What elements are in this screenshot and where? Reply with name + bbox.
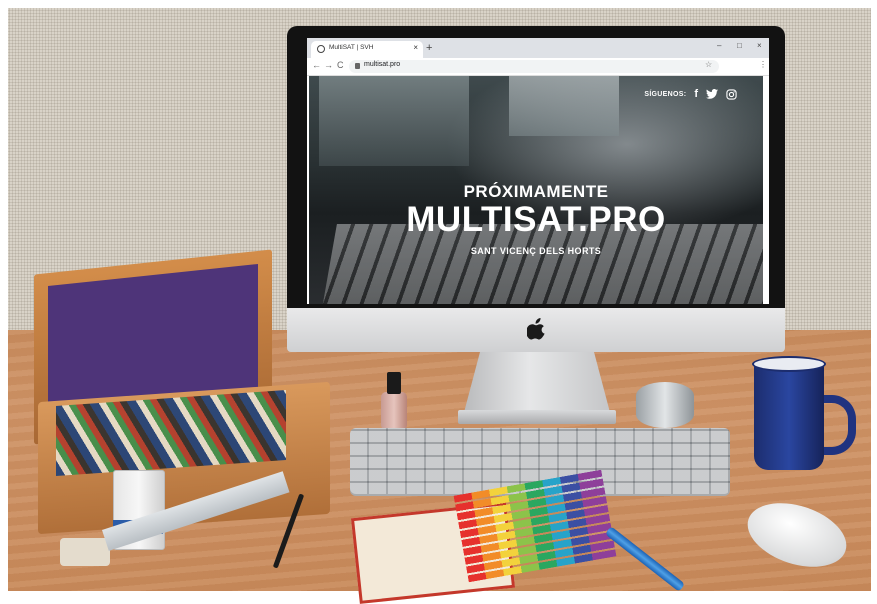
hero-bg-window xyxy=(509,76,619,136)
bookmark-star-icon[interactable]: ☆ xyxy=(705,60,712,69)
instagram-icon[interactable] xyxy=(726,88,737,100)
location-text: SANT VICENÇ DELS HORTS xyxy=(470,246,602,256)
browser-menu-icon[interactable]: ⋮ xyxy=(759,60,767,69)
image-border xyxy=(0,0,877,8)
twitter-icon[interactable] xyxy=(706,89,718,99)
close-window-icon[interactable]: × xyxy=(757,41,762,50)
close-tab-icon[interactable]: × xyxy=(413,43,418,52)
website-page: SÍGUENOS: f PRÓXIMAMENTE MULTISAT.PRO SA… xyxy=(309,76,763,304)
imac-stand-foot xyxy=(458,410,616,424)
back-icon[interactable]: ← xyxy=(312,60,321,70)
follow-label: SÍGUENOS: xyxy=(644,90,687,98)
browser-tab-active[interactable]: MultiSAT | SVH × xyxy=(311,41,423,58)
social-follow: SÍGUENOS: f xyxy=(644,88,737,100)
coming-soon-heading: PRÓXIMAMENTE xyxy=(463,182,609,201)
facebook-icon[interactable]: f xyxy=(694,88,698,100)
hero-bg-window xyxy=(319,76,469,166)
brand-title: MULTISAT.PRO xyxy=(406,200,666,239)
forward-icon[interactable]: → xyxy=(324,60,333,70)
nail-polish-cap xyxy=(387,372,401,394)
maximize-icon[interactable]: □ xyxy=(737,41,742,50)
mug-rim xyxy=(752,356,826,372)
apple-logo-icon xyxy=(527,318,545,340)
image-border xyxy=(871,0,877,591)
browser-window: MultiSAT | SVH × + – □ × ← → C multisat.… xyxy=(307,38,769,304)
tab-title: MultiSAT | SVH xyxy=(329,44,374,51)
address-bar[interactable]: multisat.pro xyxy=(349,60,719,73)
browser-toolbar: ← → C multisat.pro ☆ ⋮ xyxy=(307,58,769,76)
new-tab-button[interactable]: + xyxy=(426,41,432,55)
reload-icon[interactable]: C xyxy=(337,60,344,70)
minimize-icon[interactable]: – xyxy=(717,41,721,50)
coffee-mug xyxy=(754,360,824,470)
globe-icon xyxy=(317,45,325,53)
nail-polish-bottle xyxy=(381,392,407,430)
sharpener-tray xyxy=(60,538,110,566)
tab-strip: MultiSAT | SVH × + – □ × xyxy=(307,38,769,58)
image-border xyxy=(0,0,8,591)
external-drive xyxy=(636,382,694,428)
lock-icon[interactable] xyxy=(355,63,360,69)
url-text[interactable]: multisat.pro xyxy=(364,61,400,68)
